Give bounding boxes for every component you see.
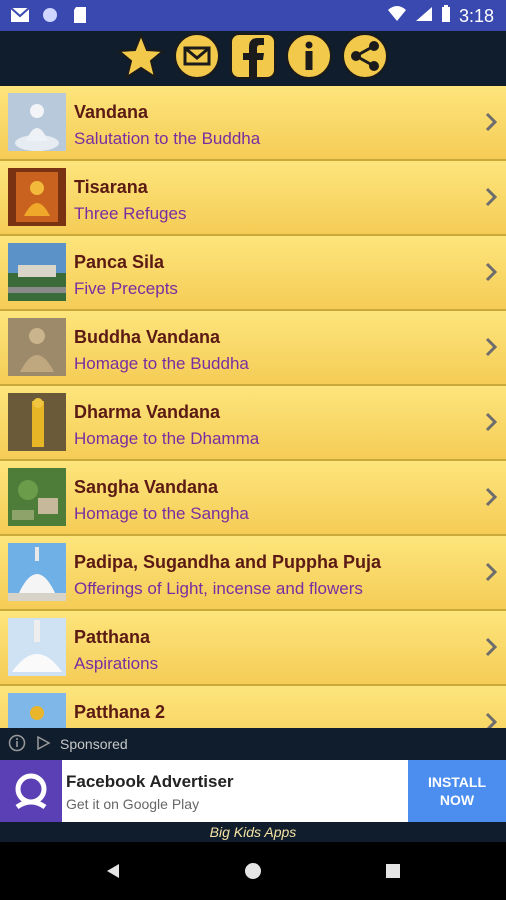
nav-bar xyxy=(0,842,506,900)
email-button[interactable] xyxy=(173,32,221,85)
list-item-tisarana[interactable]: Tisarana Three Refuges xyxy=(0,161,506,234)
gmail-icon xyxy=(10,6,30,24)
toolbar xyxy=(0,31,506,86)
chevron-right-icon xyxy=(485,187,498,207)
list-item-patthana[interactable]: Patthana Aspirations xyxy=(0,611,506,684)
info-button[interactable] xyxy=(285,32,333,85)
ad-title: Facebook Advertiser xyxy=(66,772,234,791)
install-now-button[interactable]: INSTALL NOW xyxy=(408,760,506,822)
item-subtitle: Homage to the Buddha xyxy=(74,354,249,373)
facebook-icon xyxy=(229,32,277,85)
ad-app-logo xyxy=(0,760,62,822)
item-subtitle: Five Precepts xyxy=(74,279,178,298)
sponsored-bar: Sponsored xyxy=(0,728,506,760)
item-subtitle: Offerings of Light, incense and flowers xyxy=(74,579,363,598)
item-title: Panca Sila xyxy=(74,252,165,272)
chevron-right-icon xyxy=(485,712,498,728)
buddha-statue-thumbnail xyxy=(8,93,66,151)
chevron-right-icon xyxy=(485,562,498,582)
chevron-right-icon xyxy=(485,412,498,432)
star-icon xyxy=(116,32,166,85)
signal-icon xyxy=(415,6,433,27)
back-icon[interactable] xyxy=(104,862,122,885)
ad-banner[interactable]: Facebook Advertiser Get it on Google Pla… xyxy=(0,760,506,822)
item-subtitle: Homage to the Sangha xyxy=(74,504,249,523)
item-title: Dharma Vandana xyxy=(74,402,221,422)
item-title: Padipa, Sugandha and Puppha Puja xyxy=(74,552,382,572)
circle-icon xyxy=(40,6,60,24)
ad-subtitle: Get it on Google Play xyxy=(66,796,200,812)
list-item-puja[interactable]: Padipa, Sugandha and Puppha Puja Offerin… xyxy=(0,536,506,609)
mail-icon xyxy=(173,32,221,85)
chevron-right-icon xyxy=(485,637,498,657)
list-item-dharma-vandana[interactable]: Dharma Vandana Homage to the Dhamma xyxy=(0,386,506,459)
item-title: Vandana xyxy=(74,102,149,122)
chevron-right-icon xyxy=(485,487,498,507)
sponsored-label: Sponsored xyxy=(60,736,128,752)
status-bar: 3:18 xyxy=(0,0,506,31)
chevron-right-icon xyxy=(485,337,498,357)
item-title: Patthana 2 xyxy=(74,702,166,722)
chevron-right-icon xyxy=(485,262,498,282)
status-time: 3:18 xyxy=(458,6,494,26)
item-title: Sangha Vandana xyxy=(74,477,219,497)
item-subtitle: Three Refuges xyxy=(74,204,187,223)
list-item-vandana[interactable]: Vandana Salutation to the Buddha xyxy=(0,86,506,159)
home-icon[interactable] xyxy=(244,862,262,885)
info-icon xyxy=(285,32,333,85)
list-item-sangha-vandana[interactable]: Sangha Vandana Homage to the Sangha xyxy=(0,461,506,534)
white-stupa-thumbnail xyxy=(8,543,66,601)
item-title: Tisarana xyxy=(74,177,148,197)
item-title: Patthana xyxy=(74,627,151,647)
standing-buddha-thumbnail xyxy=(8,393,66,451)
large-stupa-thumbnail xyxy=(8,618,66,676)
item-subtitle: Aspirations xyxy=(74,654,159,673)
stone-buddha-thumbnail xyxy=(8,318,66,376)
favorite-button[interactable] xyxy=(116,32,166,85)
aerial-temple-thumbnail xyxy=(8,468,66,526)
battery-icon xyxy=(441,5,451,28)
list-item-patthana-2[interactable]: Patthana 2 xyxy=(0,686,506,728)
facebook-button[interactable] xyxy=(229,32,277,85)
list-item-buddha-vandana[interactable]: Buddha Vandana Homage to the Buddha xyxy=(0,311,506,384)
share-icon xyxy=(341,32,389,85)
golden-statue-thumbnail xyxy=(8,693,66,728)
footer-brand: Big Kids Apps xyxy=(0,822,506,842)
wifi-icon xyxy=(387,6,407,27)
item-title: Buddha Vandana xyxy=(74,327,221,347)
ad-info-icon[interactable] xyxy=(8,734,26,755)
item-subtitle: Homage to the Dhamma xyxy=(74,429,260,448)
temple-landscape-thumbnail xyxy=(8,243,66,301)
recents-icon[interactable] xyxy=(384,862,402,885)
golden-buddha-thumbnail xyxy=(8,168,66,226)
chevron-right-icon xyxy=(485,112,498,132)
item-subtitle: Salutation to the Buddha xyxy=(74,129,261,148)
chant-list: Vandana Salutation to the Buddha Tisaran… xyxy=(0,86,506,728)
share-button[interactable] xyxy=(341,32,389,85)
ad-choices-icon[interactable] xyxy=(34,734,52,755)
sd-card-icon xyxy=(70,6,90,24)
list-item-panca-sila[interactable]: Panca Sila Five Precepts xyxy=(0,236,506,309)
